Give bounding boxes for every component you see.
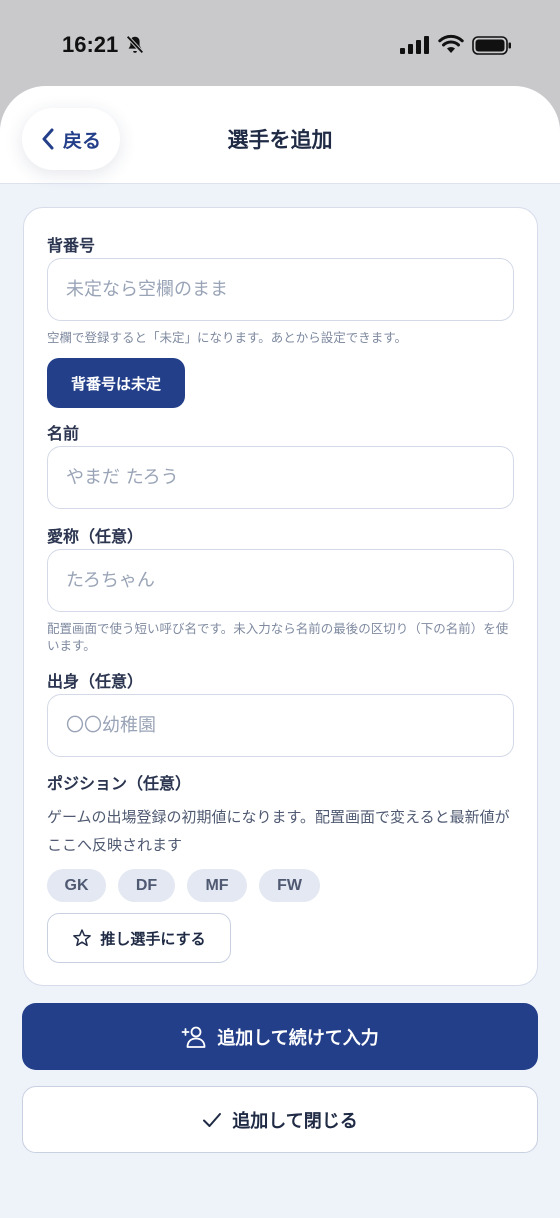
origin-input[interactable] (47, 694, 514, 757)
battery-icon (472, 36, 511, 55)
wifi-icon (438, 34, 464, 53)
favorite-player-button[interactable]: 推し選手にする (47, 913, 231, 963)
nickname-help: 配置画面で使う短い呼び名です。未入力なら名前の最後の区切り（下の名前）を使います… (47, 621, 509, 653)
origin-label: 出身（任意） (47, 672, 144, 691)
status-bar: 16:21 (0, 0, 560, 90)
status-time: 16:21 (62, 32, 119, 57)
star-icon (73, 929, 92, 947)
add-user-icon (181, 1026, 206, 1048)
number-input[interactable] (47, 258, 514, 321)
add-and-close-button[interactable]: 追加して閉じる (22, 1086, 538, 1153)
checkmark-icon (203, 1112, 222, 1127)
number-label: 背番号 (47, 236, 96, 255)
add-and-continue-button[interactable]: 追加して続けて入力 (22, 1003, 538, 1070)
number-undecided-button[interactable]: 背番号は未定 (47, 358, 185, 408)
page-title: 選手を追加 (227, 128, 333, 152)
position-description: ゲームの出場登録の初期値になります。配置画面で変えると最新値がここへ反映されます (47, 808, 510, 854)
nickname-label: 愛称（任意） (47, 527, 144, 546)
position-chip-gk[interactable]: GK (47, 869, 106, 902)
position-label: ポジション（任意） (47, 774, 192, 793)
favorite-button-label: 推し選手にする (100, 929, 206, 948)
position-chip-mf[interactable]: MF (187, 869, 247, 902)
number-help: 空欄で登録すると「未定」になります。あとから設定できます。 (47, 330, 408, 345)
name-label: 名前 (47, 424, 80, 443)
position-chip-df[interactable]: DF (118, 869, 175, 902)
add-and-continue-label: 追加して続けて入力 (217, 1027, 379, 1049)
add-player-sheet: 戻る 選手を追加 背番号 空欄で登録すると「未定」になります。あとから設定できま… (0, 86, 560, 1218)
signal-icon (400, 36, 429, 54)
add-and-close-label: 追加して閉じる (232, 1110, 358, 1132)
name-input[interactable] (47, 446, 514, 509)
sheet-header: 戻る 選手を追加 (0, 86, 560, 184)
bell-off-icon (126, 35, 144, 54)
nickname-input[interactable] (47, 549, 514, 612)
position-chip-fw[interactable]: FW (259, 869, 320, 902)
player-form-card: 背番号 空欄で登録すると「未定」になります。あとから設定できます。 背番号は未定… (23, 207, 538, 986)
